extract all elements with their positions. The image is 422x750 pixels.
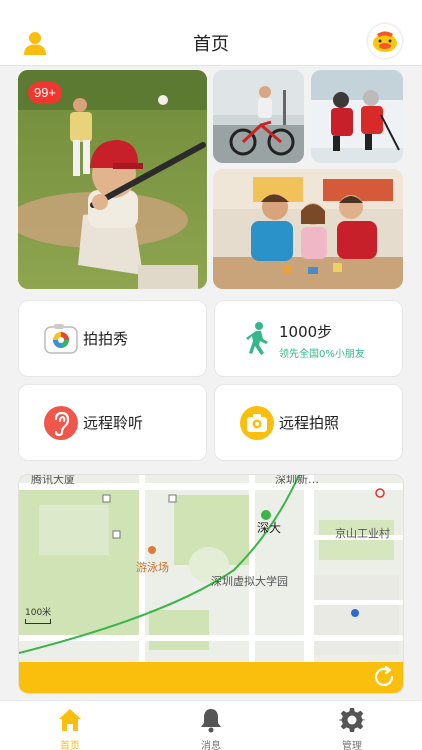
tab-messages-label: 消息 <box>201 741 221 750</box>
tab-home[interactable]: 首页 <box>30 701 110 750</box>
steps-label: 1000步 <box>279 323 333 341</box>
home-icon <box>59 709 81 731</box>
unread-badge: 99+ <box>28 82 62 104</box>
remote-photo-label: 远程拍照 <box>279 414 340 432</box>
remote-camera-icon <box>240 406 274 440</box>
remote-listen-label: 远程聆听 <box>83 414 144 432</box>
tab-messages[interactable]: 消息 <box>171 701 251 750</box>
map-scale: 100米 <box>25 605 51 624</box>
bike-photo-image <box>213 70 304 163</box>
steps-ranking: 领先全国0%小朋友 <box>279 349 365 360</box>
photo-baseball[interactable]: 99+ <box>18 70 207 289</box>
remote-listen-card[interactable]: 远程聆听 <box>18 384 207 461</box>
photo-kids-playing[interactable] <box>213 169 403 289</box>
refresh-icon[interactable] <box>371 664 397 690</box>
map-scale-label: 100米 <box>25 608 52 618</box>
map-label-jingshan: 京山工业村 <box>335 527 390 540</box>
photo-skating[interactable] <box>311 70 403 163</box>
map-label-virtual-univ: 深圳虚拟大学园 <box>211 575 288 588</box>
walking-icon <box>246 322 268 355</box>
map-label-tencent: 腾讯大厦 <box>31 474 75 486</box>
skating-photo-image <box>311 70 403 163</box>
map-label-shenzhen-univ: 深大 <box>257 521 282 535</box>
gear-icon <box>339 708 365 732</box>
top-bar: 首页 <box>0 0 422 66</box>
map-footer-bar <box>19 662 403 693</box>
tab-home-label: 首页 <box>60 741 80 750</box>
steps-card[interactable]: 1000步 领先全国0%小朋友 <box>214 300 403 377</box>
map-label-pool: 游泳场 <box>136 561 169 574</box>
tab-manage-label: 管理 <box>342 741 362 750</box>
location-map[interactable]: 腾讯大厦 深圳新… 深大 京山工业村 游泳场 深圳虚拟大学园 100米 <box>18 474 404 694</box>
child-avatar[interactable] <box>368 24 402 58</box>
page-title: 首页 <box>193 34 229 55</box>
duck-avatar-icon <box>368 24 402 58</box>
camera-color-icon <box>44 324 78 354</box>
map-scale-bar <box>25 619 51 624</box>
bottom-tab-bar: 首页 消息 管理 <box>0 700 422 750</box>
map-label-shenzhen-new: 深圳新… <box>275 474 319 486</box>
tab-manage[interactable]: 管理 <box>312 701 392 750</box>
photo-bike[interactable] <box>213 70 304 163</box>
bell-icon <box>201 709 221 733</box>
remote-photo-card[interactable]: 远程拍照 <box>214 384 403 461</box>
photo-show-card[interactable]: 拍拍秀 <box>18 300 207 377</box>
ear-icon <box>44 406 78 440</box>
kids-photo-image <box>213 169 403 289</box>
photo-show-label: 拍拍秀 <box>83 330 129 348</box>
